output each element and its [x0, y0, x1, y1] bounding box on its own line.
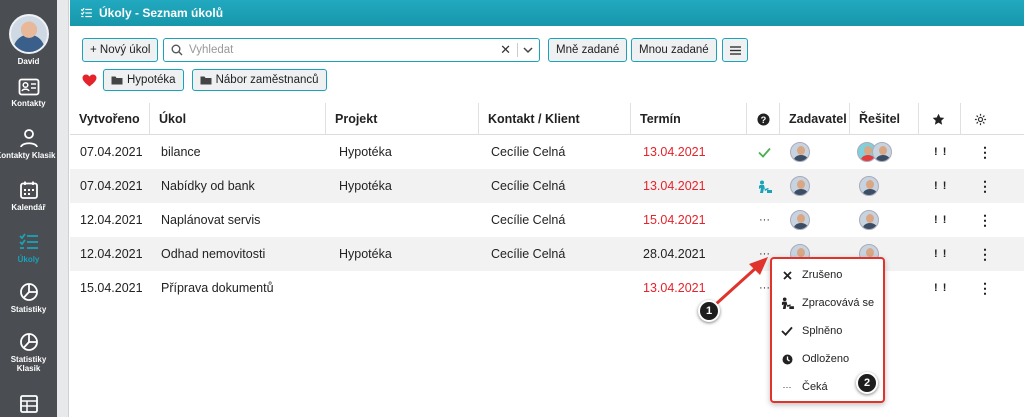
callout-badge-2: 2 — [856, 372, 878, 394]
annotation-arrow — [714, 257, 768, 306]
callout-badge-1: 1 — [698, 300, 720, 322]
